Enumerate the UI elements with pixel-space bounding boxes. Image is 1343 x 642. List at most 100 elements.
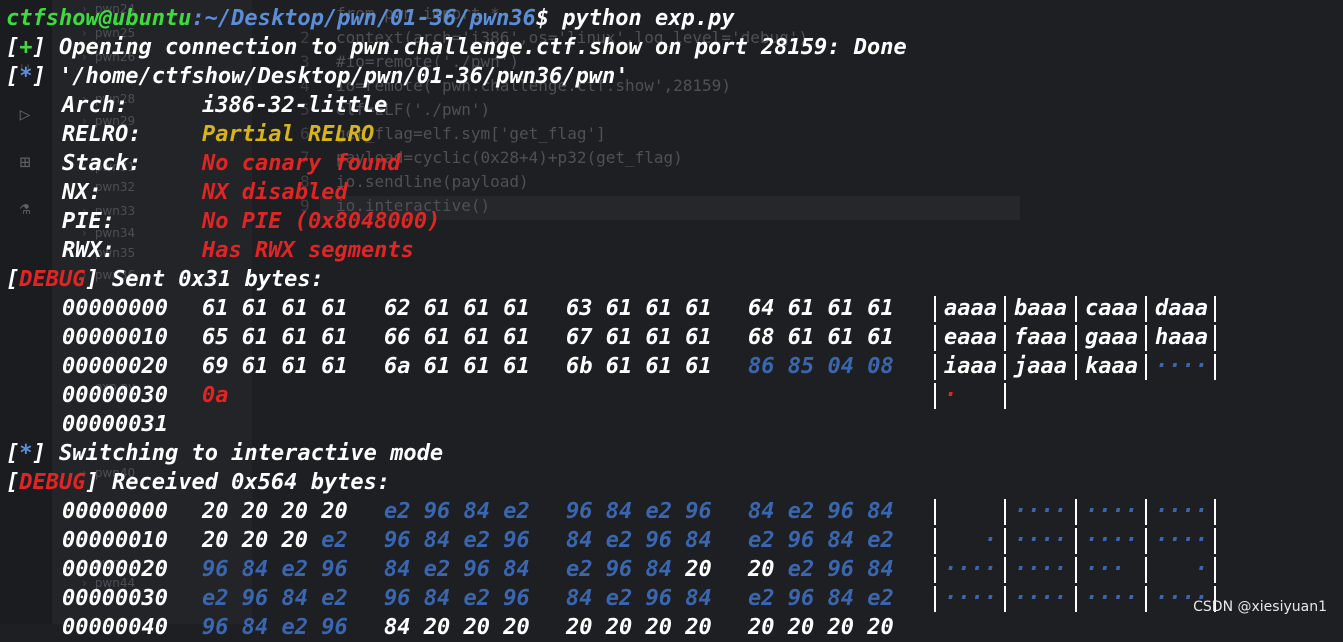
checksec-label: PIE: <box>62 209 115 234</box>
hex-bytes: 96 84 e2 96 <box>202 555 348 584</box>
hex-bytes: 61 61 61 61 <box>202 294 348 323</box>
log-marker-plus: + <box>19 35 33 60</box>
hex-byte-run: 96 84 e2 96 <box>202 557 348 582</box>
hex-separator <box>1145 528 1147 554</box>
hex-ascii: gaaa <box>1085 325 1138 350</box>
hex-separator <box>1004 528 1006 554</box>
hex-ascii: ···· <box>1155 354 1208 379</box>
hex-byte-run: 65 61 61 61 <box>202 325 348 350</box>
hex-bytes: 84 e2 96 84 <box>384 555 530 584</box>
hex-bytes: 84 e2 96 84 <box>748 497 894 526</box>
hex-bytes: 6b 61 61 61 <box>566 352 712 381</box>
hex-bytes: e2 96 84 e2 <box>202 584 348 613</box>
checksec-label: Arch: <box>62 93 129 118</box>
hex-separator <box>934 528 936 554</box>
hex-bytes: e2 96 84 e2 <box>748 526 894 555</box>
hex-separator <box>1145 354 1147 380</box>
hex-byte-run: 0a <box>202 383 229 408</box>
hex-ascii: eaaa <box>944 325 997 350</box>
hex-separator <box>1214 499 1216 525</box>
hex-ascii: faaa <box>1014 325 1067 350</box>
shell-prompt-line: ctfshow@ubuntu:~/Desktop/pwn/01-36/pwn36… <box>6 4 735 33</box>
hex-separator <box>934 557 936 583</box>
hex-ascii: ··· <box>1085 557 1138 582</box>
hex-separator <box>1214 325 1216 351</box>
hex-byte-run: 84 20 20 20 <box>384 615 530 640</box>
hex-ascii: haaa <box>1155 325 1208 350</box>
hex-separator <box>1075 354 1077 380</box>
hex-bytes: 0a <box>202 381 229 410</box>
hex-ascii: ···· <box>944 586 997 611</box>
debug-received-line: [DEBUG] Received 0x564 bytes: <box>6 470 391 495</box>
terminal-output[interactable]: ctfshow@ubuntu:~/Desktop/pwn/01-36/pwn36… <box>0 0 1343 640</box>
hex-byte-run: e2 96 84 e2 <box>384 499 530 524</box>
log-marker-star: * <box>19 64 33 89</box>
hex-ascii: kaaa <box>1085 354 1138 379</box>
hexdump-row: 00000010 20 20 20 e2 96 84 e2 96 84 e2 96 8… <box>0 526 1343 555</box>
hex-byte-run: 64 61 61 61 <box>748 296 894 321</box>
hex-separator <box>1004 325 1006 351</box>
hex-bytes: e2 96 84 e2 <box>748 584 894 613</box>
hex-bytes: 64 61 61 61 <box>748 294 894 323</box>
hex-byte-run: 84 e2 96 84 <box>748 499 894 524</box>
hex-byte-run: 63 61 61 61 <box>566 296 712 321</box>
checksec-label: Stack: <box>62 151 142 176</box>
hex-bytes: 67 61 61 61 <box>566 323 712 352</box>
hex-separator <box>1004 383 1006 409</box>
hex-byte-run: 69 61 61 61 <box>202 354 348 379</box>
hex-separator <box>1075 557 1077 583</box>
hex-bytes: 20 20 20 e2 <box>202 526 348 555</box>
prompt-command: $ python exp.py <box>535 6 735 31</box>
checksec-row: Stack: No canary found <box>0 149 900 178</box>
hex-separator <box>1214 354 1216 380</box>
debug-tag: DEBUG <box>19 267 86 292</box>
hex-byte-run: e2 96 84 e2 <box>202 586 348 611</box>
hex-ascii: ···· <box>1014 499 1067 524</box>
hex-byte-run: 6a 61 61 61 <box>384 354 530 379</box>
hex-byte-run: 84 e2 96 84 <box>384 557 530 582</box>
hex-ascii: · <box>1155 557 1208 582</box>
received-text: Received 0x564 bytes: <box>98 470 391 495</box>
hex-separator <box>934 499 936 525</box>
hex-byte-run: e2 96 84 <box>787 557 894 582</box>
hexdump-row: 00000000 61 61 61 61 62 61 61 61 63 61 61 6… <box>0 294 1343 323</box>
hex-byte-run: 96 84 e2 96 <box>566 499 712 524</box>
hex-offset: 00000030 <box>62 383 168 408</box>
hex-bytes: 20 20 20 20 <box>566 613 712 642</box>
hex-byte-run: 96 84 e2 96 <box>202 615 348 640</box>
hex-separator <box>1004 586 1006 612</box>
sent-text: Sent 0x31 bytes: <box>98 267 324 292</box>
hex-ascii: daaa <box>1155 296 1208 321</box>
log-line-opening: [+] Opening connection to pwn.challenge.… <box>6 35 907 60</box>
hex-separator <box>1214 528 1216 554</box>
hex-ascii: caaa <box>1085 296 1138 321</box>
hex-ascii: iaaa <box>944 354 997 379</box>
checksec-row: RELRO: Partial RELRO <box>0 120 900 149</box>
hex-offset: 00000040 <box>62 615 168 640</box>
debug-sent-line: [DEBUG] Sent 0x31 bytes: <box>6 267 324 292</box>
hex-separator <box>1214 296 1216 322</box>
switch-text: Switching to interactive mode <box>45 441 444 466</box>
hex-separator <box>1145 586 1147 612</box>
checksec-row: NX: NX disabled <box>0 178 900 207</box>
hex-separator <box>1075 499 1077 525</box>
hex-bytes: 84 e2 96 84 <box>566 584 712 613</box>
hex-ascii: · <box>944 528 997 553</box>
hex-bytes: 69 61 61 61 <box>202 352 348 381</box>
hex-separator <box>1145 325 1147 351</box>
hex-byte-run: 20 <box>748 557 788 582</box>
hex-offset: 00000020 <box>62 354 168 379</box>
hex-separator <box>1075 296 1077 322</box>
hex-ascii: ···· <box>1014 557 1067 582</box>
log-text: '/home/ctfshow/Desktop/pwn/01-36/pwn36/p… <box>45 64 629 89</box>
log-line-switching: [*] Switching to interactive mode <box>6 441 444 466</box>
hex-byte-run: 6b 61 61 61 <box>566 354 712 379</box>
hex-byte-run: 62 61 61 61 <box>384 296 530 321</box>
hex-offset: 00000010 <box>62 528 168 553</box>
hex-ascii: ···· <box>1155 528 1208 553</box>
log-line-binary-path: [*] '/home/ctfshow/Desktop/pwn/01-36/pwn… <box>6 64 629 89</box>
hex-bytes: e2 96 84 20 <box>566 555 712 584</box>
checksec-value: i386-32-little <box>202 93 388 118</box>
log-text: Opening connection to pwn.challenge.ctf.… <box>45 35 907 60</box>
hex-separator <box>1075 528 1077 554</box>
